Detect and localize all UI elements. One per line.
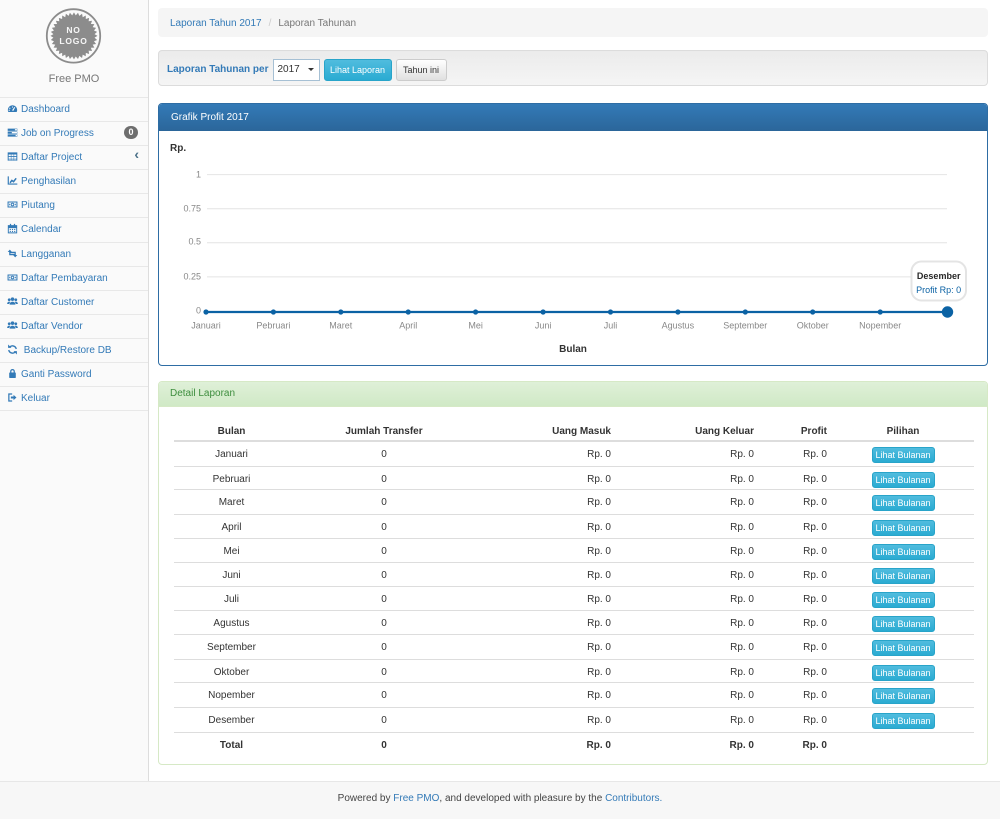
svg-text:0.25: 0.25 [183,272,201,282]
svg-text:Juli: Juli [604,321,618,331]
svg-text:Bulan: Bulan [559,344,587,355]
svg-text:Juni: Juni [535,321,552,331]
svg-text:Desember: Desember [917,271,961,281]
svg-text:Nopember: Nopember [859,321,901,331]
svg-text:Agustus: Agustus [662,321,695,331]
svg-text:0: 0 [196,306,201,316]
svg-text:0.5: 0.5 [188,236,201,246]
svg-text:Januari: Januari [191,321,221,331]
svg-text:NO: NO [66,25,80,35]
svg-text:April: April [399,321,417,331]
svg-text:0.75: 0.75 [183,203,201,213]
svg-text:LOGO: LOGO [59,36,87,46]
svg-text:Rp.: Rp. [170,143,186,154]
svg-text:September: September [723,321,767,331]
svg-text:Profit Rp: 0: Profit Rp: 0 [916,285,961,295]
svg-text:Maret: Maret [329,321,353,331]
svg-text:Mei: Mei [468,321,483,331]
svg-text:Pebruari: Pebruari [256,321,290,331]
svg-text:1: 1 [196,169,201,179]
svg-text:Oktober: Oktober [797,321,829,331]
